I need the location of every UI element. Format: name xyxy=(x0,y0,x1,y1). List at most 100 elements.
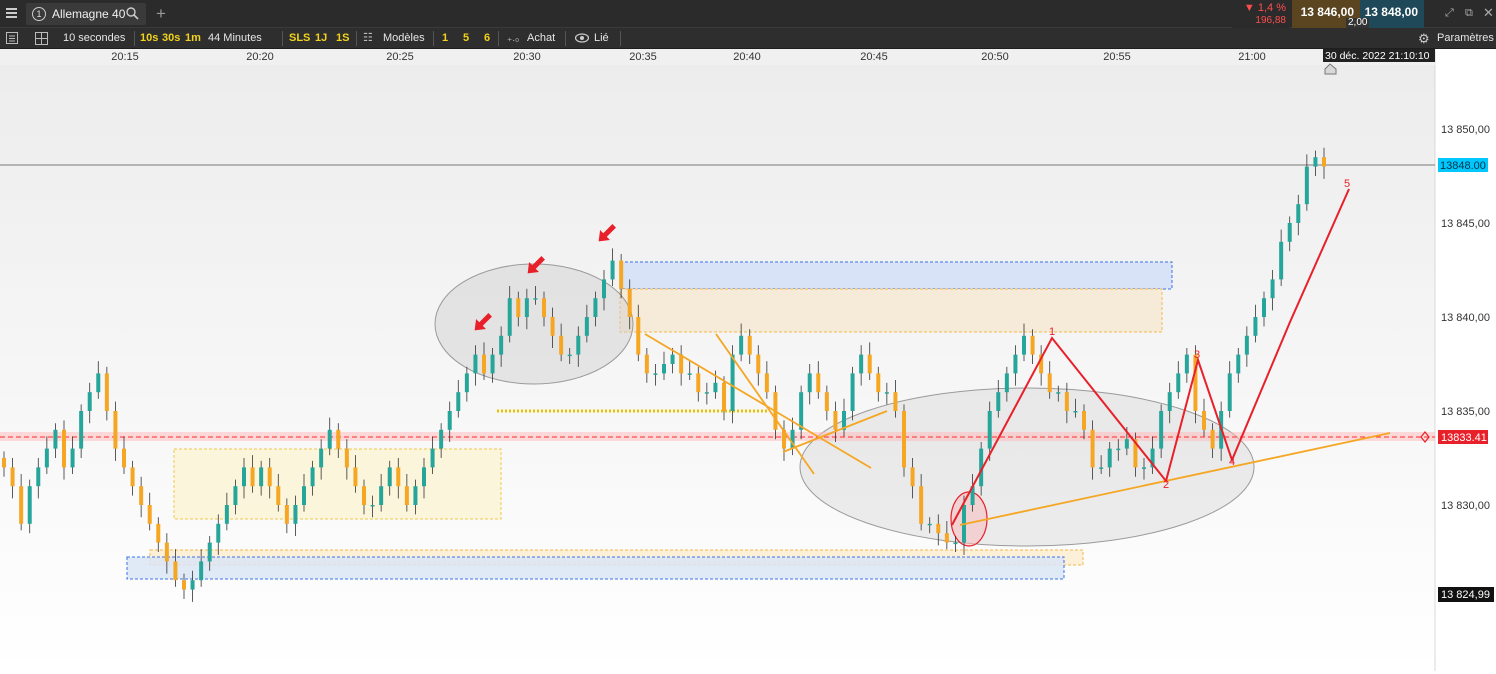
popout-icon[interactable]: ⧉ xyxy=(1465,7,1473,20)
close-icon[interactable]: ✕ xyxy=(1483,5,1494,21)
timeframe-1m-button[interactable]: 1m xyxy=(185,28,201,49)
models-icon[interactable]: ☷ xyxy=(363,28,373,49)
candle-body xyxy=(1064,392,1069,411)
candle-body xyxy=(473,354,478,374)
candle-body xyxy=(542,298,546,317)
candle-body xyxy=(53,429,58,449)
top-bar: 1 Allemagne 40 + ▼ 1,4 % 196,88 13 846,0… xyxy=(0,0,1496,28)
candle-body xyxy=(910,467,915,487)
search-icon[interactable] xyxy=(126,7,139,20)
candle-body xyxy=(250,467,255,487)
sls-button[interactable]: SLS xyxy=(289,28,310,49)
resistance-zone-orange[interactable] xyxy=(619,288,1163,333)
timeframe-10s-button[interactable]: 10s xyxy=(140,28,158,49)
one-week-button[interactable]: 1S xyxy=(336,28,349,49)
candle-body xyxy=(1082,411,1086,430)
buy-icon[interactable]: ₊.₀ xyxy=(507,28,519,49)
x-tick-label: 20:40 xyxy=(733,51,761,63)
preset-1-button[interactable]: 1 xyxy=(442,28,448,49)
candle-body xyxy=(1073,411,1078,413)
consolidation-zone[interactable] xyxy=(173,448,502,520)
x-tick-label: 20:15 xyxy=(111,51,139,63)
candle-body xyxy=(1322,157,1326,167)
candle-body xyxy=(662,364,666,374)
candle-body xyxy=(636,317,641,355)
candle-body xyxy=(1047,373,1052,393)
candle-body xyxy=(524,298,529,317)
chart-canvas[interactable]: 1 2 3 4 5 20:15 20:20 20:25 20:30 20:35 20:40… xyxy=(0,49,1496,671)
candle-body xyxy=(610,260,615,280)
separator xyxy=(565,31,566,46)
candle-body xyxy=(953,542,958,545)
candle-body xyxy=(259,467,264,487)
settings-button[interactable]: Paramètres xyxy=(1437,28,1494,49)
separator xyxy=(498,31,499,46)
candle-body xyxy=(62,429,66,468)
candle-body xyxy=(1184,354,1189,374)
bid-price: 13 846,00 xyxy=(1300,5,1354,19)
candle-body xyxy=(850,373,855,411)
candle-body xyxy=(1227,373,1232,411)
expand-icon[interactable]: ⤢ xyxy=(1445,7,1454,20)
candle-body xyxy=(824,392,829,411)
candle-body xyxy=(1030,335,1035,355)
resistance-zone-blue[interactable] xyxy=(619,261,1173,290)
buy-price-button[interactable]: 13 848,00 xyxy=(1360,0,1424,28)
candle-body xyxy=(104,373,109,411)
gear-icon[interactable]: ⚙ xyxy=(1418,28,1430,49)
candle-body xyxy=(1279,241,1284,280)
candle-body xyxy=(739,335,744,355)
x-tick-label: 20:35 xyxy=(629,51,657,63)
buy-button[interactable]: Achat xyxy=(527,28,555,49)
preset-5-button[interactable]: 5 xyxy=(463,28,469,49)
separator xyxy=(356,31,357,46)
candle-body xyxy=(199,561,204,581)
candle-body xyxy=(327,429,332,449)
instrument-number-badge: 1 xyxy=(32,7,46,21)
candle-body xyxy=(584,317,589,336)
candle-body xyxy=(764,373,769,393)
candle-body xyxy=(87,392,92,411)
candle-body xyxy=(490,354,495,374)
candle-body xyxy=(27,486,32,524)
models-button[interactable]: Modèles xyxy=(383,28,425,49)
candle-body xyxy=(807,373,812,393)
preset-6-button[interactable]: 6 xyxy=(484,28,490,49)
low-ellipse[interactable] xyxy=(950,491,988,547)
candle-body xyxy=(173,561,178,581)
candle-body xyxy=(147,505,152,524)
timeframe-30s-button[interactable]: 30s xyxy=(162,28,180,49)
candle-body xyxy=(10,467,15,487)
candle-body xyxy=(816,373,821,393)
instrument-tab[interactable]: 1 Allemagne 40 xyxy=(26,3,146,25)
price-chart[interactable]: 1 2 3 4 5 20:15 20:20 20:25 20:30 20:35 20:40… xyxy=(0,49,1496,671)
candle-body xyxy=(1124,439,1129,449)
candle-body xyxy=(70,448,75,468)
candle-body xyxy=(387,467,392,487)
hamburger-menu-icon[interactable] xyxy=(6,8,17,19)
candle-body xyxy=(987,411,992,449)
support-zone-blue[interactable] xyxy=(126,556,1065,580)
separator xyxy=(134,31,135,46)
time-axis-band xyxy=(0,49,1435,65)
linked-button[interactable]: Lié xyxy=(594,28,609,49)
red-level-label: 13833.41 xyxy=(1441,432,1487,444)
candle-body xyxy=(396,467,401,487)
change-box: ▼ 1,4 % 196,88 xyxy=(1232,0,1290,28)
interval-select[interactable]: 10 secondes xyxy=(63,28,125,49)
candle-body xyxy=(1142,467,1146,469)
duration-select[interactable]: 44 Minutes xyxy=(208,28,262,49)
add-tab-icon[interactable]: + xyxy=(156,4,166,24)
layout-grid-icon[interactable] xyxy=(35,28,48,49)
candle-body xyxy=(422,467,426,487)
candle-body xyxy=(499,335,504,355)
candle-body xyxy=(944,533,949,543)
list-icon[interactable] xyxy=(6,28,18,49)
candle-body xyxy=(353,467,358,487)
candle-body xyxy=(593,298,598,317)
one-day-button[interactable]: 1J xyxy=(315,28,327,49)
candle-body xyxy=(224,505,229,524)
x-tick-label: 21:00 xyxy=(1238,51,1266,63)
candle-body xyxy=(722,382,726,411)
link-eye-icon[interactable] xyxy=(574,28,590,49)
